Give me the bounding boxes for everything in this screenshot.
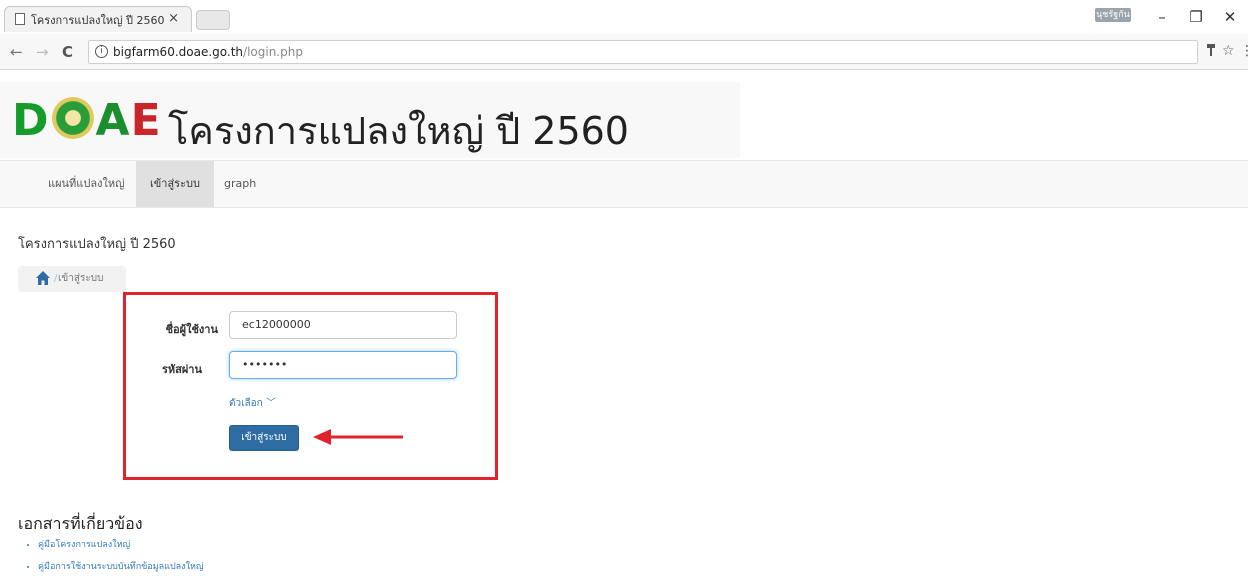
- home-icon[interactable]: [36, 271, 50, 285]
- main-navbar: แผนที่แปลงใหญ่ เข้าสู่ระบบ graph: [0, 160, 1248, 208]
- restore-button[interactable]: ❐: [1186, 8, 1206, 26]
- documents-title: เอกสารที่เกี่ยวข้อง: [18, 514, 143, 533]
- nav-item-login[interactable]: เข้าสู่ระบบ: [136, 161, 214, 207]
- site-banner: D AE โครงการแปลงใหญ่ ปี 2560: [0, 82, 740, 158]
- page-icon: [15, 13, 25, 25]
- breadcrumb-current: เข้าสู่ระบบ: [58, 273, 104, 284]
- username-label: ชื่อผู้ใช้งาน: [165, 323, 218, 336]
- page-heading: โครงการแปลงใหญ่ ปี 2560: [18, 237, 176, 252]
- new-tab-button[interactable]: [196, 10, 230, 30]
- tab-close-icon[interactable]: ×: [168, 11, 179, 26]
- doae-logo[interactable]: D AE: [12, 96, 162, 146]
- logo-letter-a: A: [95, 95, 131, 146]
- password-input[interactable]: •••••••: [229, 351, 457, 379]
- close-window-button[interactable]: ✕: [1220, 8, 1240, 26]
- url-path: /login.php: [243, 45, 303, 59]
- browser-toolbar: ← → C i bigfarm60.doae.go.th/login.php ☆…: [0, 34, 1248, 70]
- nav-item-graph[interactable]: graph: [210, 161, 270, 207]
- nav-item-map[interactable]: แผนที่แปลงใหญ่: [34, 161, 138, 207]
- browser-tab-bar: โครงการแปลงใหญ่ ปี 2560 × นุชรัฐกัน – ❐ …: [0, 0, 1248, 34]
- menu-dots-icon[interactable]: ⋮: [1240, 43, 1248, 59]
- bookmark-star-icon[interactable]: ☆: [1222, 43, 1235, 59]
- tab-title: โครงการแปลงใหญ่ ปี 2560: [31, 13, 165, 27]
- password-label: รหัสผ่าน: [161, 363, 202, 376]
- reload-icon[interactable]: C: [62, 43, 73, 61]
- options-link[interactable]: ตัวเลือก ﹀: [229, 394, 276, 411]
- document-link[interactable]: คู่มือการใช้งานระบบบันทึกข้อมูลแปลงใหญ่: [38, 560, 204, 582]
- minimize-button[interactable]: –: [1152, 8, 1172, 26]
- logo-letter-e: E: [130, 95, 162, 146]
- login-button[interactable]: เข้าสู่ระบบ: [229, 425, 299, 451]
- user-profile-badge[interactable]: นุชรัฐกัน: [1095, 8, 1131, 22]
- address-bar-input[interactable]: i bigfarm60.doae.go.th/login.php: [88, 40, 1198, 64]
- breadcrumb: / เข้าสู่ระบบ: [18, 266, 126, 292]
- documents-list: คู่มือโครงการแปลงใหญ่ คู่มือการใช้งานระบ…: [38, 538, 204, 582]
- document-link[interactable]: คู่มือโครงการแปลงใหญ่: [38, 538, 204, 560]
- info-icon[interactable]: i: [95, 45, 108, 58]
- breadcrumb-separator: /: [54, 273, 58, 284]
- username-input[interactable]: ec12000000: [229, 311, 457, 339]
- page-content: D AE โครงการแปลงใหญ่ ปี 2560 แผนที่แปลงให…: [0, 70, 1248, 580]
- red-arrow-icon: [313, 429, 403, 445]
- site-title: โครงการแปลงใหญ่ ปี 2560: [168, 109, 629, 153]
- back-arrow-icon[interactable]: ←: [10, 43, 23, 61]
- translate-icon[interactable]: [1206, 43, 1216, 61]
- url-host: bigfarm60.doae.go.th: [113, 45, 244, 59]
- doae-seal-icon: [51, 97, 94, 139]
- forward-arrow-icon[interactable]: →: [36, 43, 49, 61]
- browser-tab[interactable]: โครงการแปลงใหญ่ ปี 2560 ×: [4, 6, 192, 32]
- logo-letter-d: D: [12, 95, 50, 146]
